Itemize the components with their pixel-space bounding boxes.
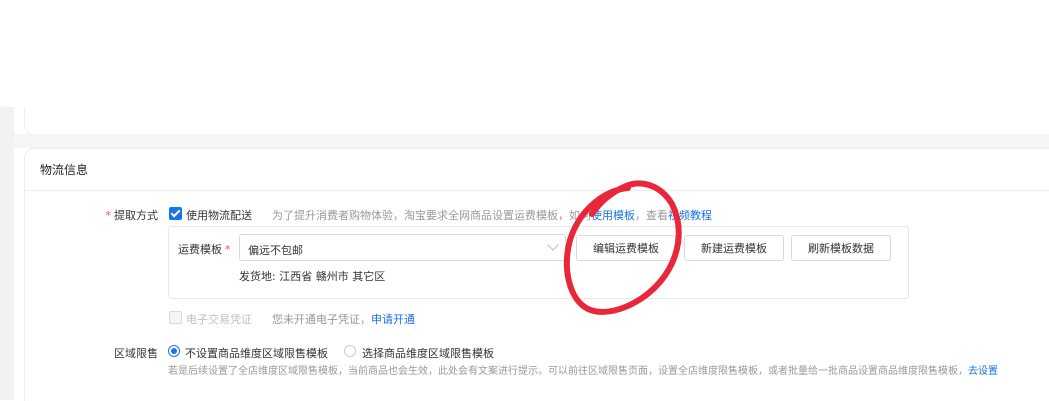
required-star: * (225, 243, 231, 256)
previous-section-card (24, 107, 1049, 135)
new-freight-template-button[interactable]: 新建运费模板 (684, 235, 784, 261)
section-title: 物流信息 (40, 163, 89, 177)
e-voucher-checkbox[interactable] (169, 311, 182, 324)
section-gap (14, 134, 1049, 148)
section-divider (24, 190, 1049, 191)
region-none-label[interactable]: 不设置商品维度区域限售模板 (185, 345, 328, 361)
video-tutorial-link[interactable]: 视频教程 (668, 209, 712, 222)
region-select-label[interactable]: 选择商品维度区域限售模板 (362, 345, 494, 361)
use-logistics-checkbox[interactable] (169, 207, 182, 220)
region-limit-hint: 若是后续设置了全店维度区域限售模板，当前商品也会生效，此处会有文案进行提示。可以… (168, 366, 998, 377)
required-star: * (105, 209, 112, 222)
page-left-strip (0, 107, 14, 400)
use-logistics-label[interactable]: 使用物流配送 (186, 207, 252, 223)
freight-hint: 为了提升消费者购物体验，淘宝要求全网商品设置运费模板，如何使用模板，查看视频教程 (272, 209, 712, 222)
ship-from-text: 发货地: 江西省 赣州市 其它区 (239, 270, 386, 283)
region-select-radio[interactable] (344, 345, 356, 357)
edit-freight-template-button[interactable]: 编辑运费模板 (576, 235, 676, 261)
chevron-down-icon (547, 239, 559, 251)
refresh-template-data-button[interactable]: 刷新模板数据 (791, 235, 891, 261)
pickup-method-label: * 提取方式 (105, 209, 159, 222)
go-setting-link[interactable]: 去设置 (968, 366, 998, 377)
e-voucher-label: 电子交易凭证 (186, 313, 252, 326)
freight-template-label: 运费模板 * (178, 243, 231, 256)
apply-e-voucher-link[interactable]: 申请开通 (371, 313, 415, 326)
e-voucher-status: 您未开通电子凭证，申请开通 (272, 313, 415, 326)
region-none-radio[interactable] (168, 345, 180, 357)
region-limit-label: 区域限售 (114, 347, 158, 360)
use-template-link[interactable]: 使用模板 (591, 209, 635, 222)
freight-template-value: 偏远不包邮 (248, 244, 303, 257)
freight-template-select[interactable]: 偏远不包邮 (239, 234, 566, 261)
